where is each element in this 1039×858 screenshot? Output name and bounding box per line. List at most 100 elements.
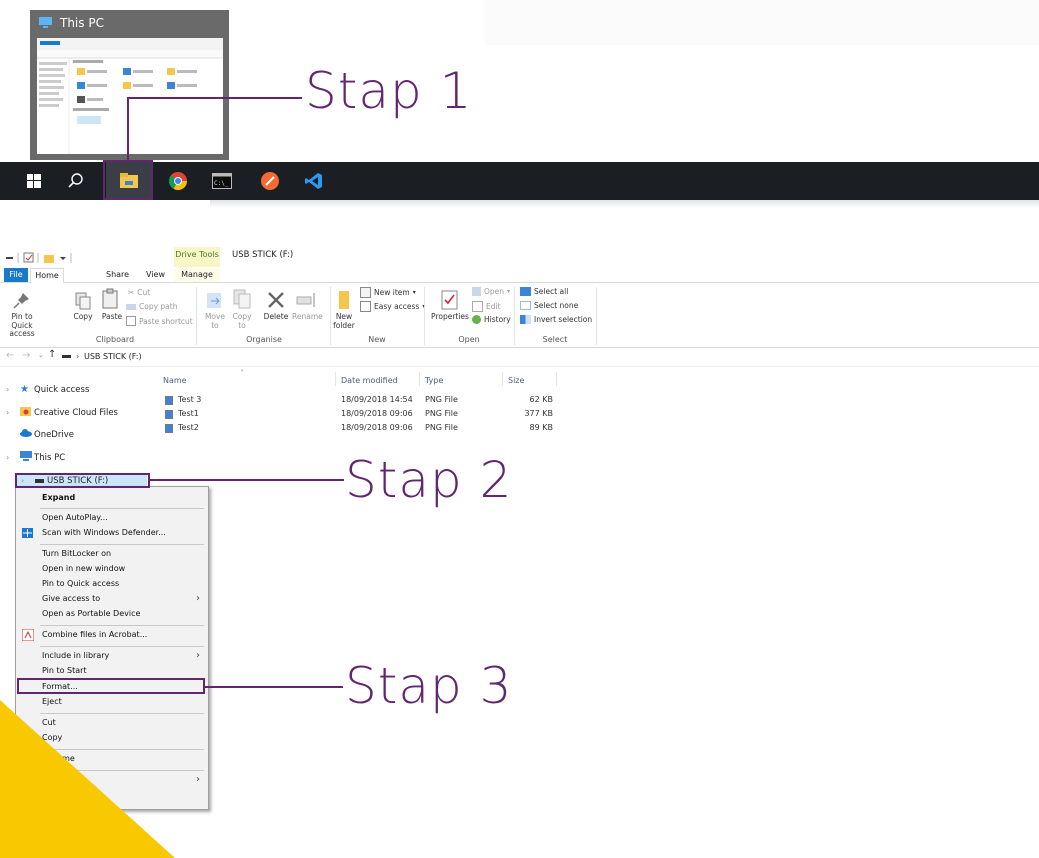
column-type[interactable]: Type <box>425 376 443 385</box>
back-arrow-icon[interactable]: ← <box>6 350 14 361</box>
select-none-button[interactable]: Select none <box>520 301 578 310</box>
select-none-label: Select none <box>534 301 579 310</box>
nav-label: This PC <box>34 452 66 463</box>
step3-label: Stap 3 <box>345 657 513 715</box>
delete-button[interactable]: Delete <box>262 312 290 322</box>
open-button[interactable]: Open ▾ <box>472 287 510 296</box>
copy-button[interactable]: Copy <box>71 312 95 322</box>
copy-to-button[interactable]: Copy to <box>230 312 254 330</box>
search-icon[interactable] <box>56 162 96 200</box>
column-divider <box>335 372 336 386</box>
table-row[interactable]: Test2 18/09/2018 09:06 PNG File 89 KB <box>163 423 563 435</box>
step2-connector <box>150 479 344 481</box>
tab-file[interactable]: File <box>4 268 28 282</box>
menu-separator <box>40 646 204 647</box>
column-size[interactable]: Size <box>508 376 524 385</box>
nav-label: OneDrive <box>34 429 74 440</box>
terminal-icon[interactable]: C:\_ <box>204 162 240 200</box>
step3-highlight <box>17 678 205 694</box>
menu-item-open-portable[interactable]: Open as Portable Device <box>16 607 208 621</box>
thumbnail-window-content <box>37 38 223 154</box>
menu-item-combine-acrobat[interactable]: Combine files in Acrobat... <box>16 628 208 642</box>
vscode-icon[interactable] <box>296 162 332 200</box>
up-arrow-icon[interactable]: ↑ <box>48 349 56 360</box>
window-title: USB STICK (F:) <box>232 250 294 260</box>
file-size: 62 KB <box>529 395 553 404</box>
png-file-icon <box>165 396 173 405</box>
ribbon-tabs: File Home Share View Manage <box>0 268 1039 284</box>
menu-item-bitlocker[interactable]: Turn BitLocker on <box>16 547 208 561</box>
yellow-corner-decoration <box>0 700 175 858</box>
edit-icon <box>472 301 483 312</box>
easy-access-button[interactable]: Easy access▾ <box>360 301 425 312</box>
breadcrumb-path[interactable]: USB STICK (F:) <box>84 352 142 361</box>
column-name[interactable]: Name <box>163 376 187 385</box>
cut-button[interactable]: ✂ Cut <box>128 288 150 297</box>
ribbon-separator <box>596 287 597 345</box>
explorer-title-bar: Drive Tools USB STICK (F:) <box>0 247 1039 267</box>
menu-separator <box>40 625 204 626</box>
computer-icon <box>20 451 34 464</box>
menu-label: Combine files in Acrobat... <box>42 630 148 639</box>
new-item-icon <box>360 287 371 298</box>
menu-label: Give access to <box>42 594 101 603</box>
menu-item-open-autoplay[interactable]: Open AutoPlay... <box>16 511 208 525</box>
file-size: 377 KB <box>524 409 553 418</box>
rename-button[interactable]: Rename <box>292 312 323 322</box>
move-to-button[interactable]: Move to <box>204 312 226 330</box>
new-folder-icon <box>339 291 349 309</box>
ribbon: Pin to Quick access Copy Paste ✂ Cut Copy… <box>0 283 1039 348</box>
menu-item-scan-defender[interactable]: Scan with Windows Defender... <box>16 526 208 540</box>
step1-connector-h <box>127 97 302 99</box>
open-group-label: Open <box>458 335 480 344</box>
quick-access-toolbar-icons[interactable] <box>6 252 74 264</box>
menu-item-include-library[interactable]: Include in library › <box>16 649 208 663</box>
table-row[interactable]: Test1 18/09/2018 09:06 PNG File 377 KB <box>163 409 563 421</box>
select-all-button[interactable]: Select all <box>520 287 568 296</box>
edit-button[interactable]: Edit <box>472 301 501 312</box>
ribbon-separator <box>424 287 425 345</box>
file-date: 18/09/2018 09:06 <box>341 409 413 418</box>
copy-path-button[interactable]: Copy path <box>126 302 177 311</box>
nav-item-quick-access[interactable]: › ★ Quick access <box>6 384 89 395</box>
scissors-icon: ✂ <box>128 288 135 297</box>
windows-start-icon[interactable] <box>14 162 54 200</box>
pin-to-quick-access-button[interactable]: Pin to Quick access <box>0 312 44 339</box>
menu-label: Include in library <box>42 651 110 660</box>
menu-separator <box>40 508 204 509</box>
nav-item-onedrive[interactable]: OneDrive <box>20 429 74 440</box>
menu-item-expand[interactable]: Expand <box>16 491 208 505</box>
tab-manage[interactable]: Manage <box>174 268 220 282</box>
chrome-icon[interactable] <box>160 162 196 200</box>
edit-label: Edit <box>486 302 501 311</box>
chevron-right-icon: › <box>6 408 10 417</box>
properties-button[interactable]: Properties <box>428 312 472 322</box>
paste-button[interactable]: Paste <box>100 312 124 322</box>
column-date-modified[interactable]: Date modified <box>341 376 398 385</box>
nav-item-creative-cloud[interactable]: › Creative Cloud Files <box>6 406 118 419</box>
file-type: PNG File <box>425 423 458 432</box>
taskbar-shadow <box>210 200 1039 208</box>
menu-item-open-new-window[interactable]: Open in new window <box>16 562 208 576</box>
tab-home[interactable]: Home <box>30 268 64 284</box>
tab-view[interactable]: View <box>146 268 165 282</box>
new-item-button[interactable]: New item ▾ <box>360 287 416 298</box>
menu-item-pin-start[interactable]: Pin to Start <box>16 664 208 678</box>
forward-arrow-icon[interactable]: → <box>22 350 30 361</box>
png-file-icon <box>165 410 173 419</box>
drive-tools-context-tab: Drive Tools <box>174 247 220 267</box>
column-divider <box>556 372 557 386</box>
step1-label: Stap 1 <box>305 62 473 120</box>
new-folder-button[interactable]: New folder <box>332 312 356 330</box>
nav-item-this-pc[interactable]: › This PC <box>6 451 65 464</box>
paste-shortcut-button[interactable]: Paste shortcut <box>126 316 193 326</box>
pen-app-icon[interactable] <box>252 162 288 200</box>
paste-shortcut-icon <box>126 316 136 326</box>
menu-item-pin-quick-access[interactable]: Pin to Quick access <box>16 577 208 591</box>
menu-item-give-access[interactable]: Give access to › <box>16 592 208 606</box>
recent-locations-icon[interactable]: ⌄ <box>38 351 44 359</box>
table-row[interactable]: Test 3 18/09/2018 14:54 PNG File 62 KB <box>163 395 563 407</box>
tab-share[interactable]: Share <box>106 268 129 282</box>
history-button[interactable]: History <box>472 315 511 324</box>
invert-selection-button[interactable]: Invert selection <box>520 315 592 324</box>
